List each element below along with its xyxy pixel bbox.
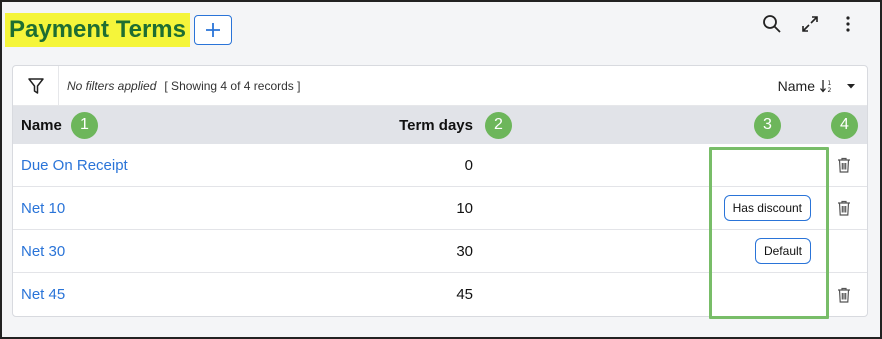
filter-icon <box>27 77 44 94</box>
term-days-value: 30 <box>456 242 473 260</box>
filter-status: No filters applied <box>67 78 157 93</box>
sort-control[interactable]: Name 1 2 <box>778 78 857 94</box>
column-header-name[interactable]: Name <box>21 117 62 134</box>
term-name-link[interactable]: Net 10 <box>21 200 65 217</box>
trash-icon[interactable] <box>835 286 853 304</box>
svg-text:2: 2 <box>828 87 832 94</box>
trash-icon[interactable] <box>835 199 853 217</box>
callout-badge: 1 <box>71 111 98 139</box>
payment-terms-table-card: No filters applied [ Showing 4 of 4 reco… <box>12 65 868 317</box>
page-title: Payment Terms <box>5 13 190 47</box>
term-name-link[interactable]: Due On Receipt <box>21 157 128 174</box>
more-vertical-icon <box>846 16 850 32</box>
column-header-term-days[interactable]: Term days <box>399 117 473 134</box>
more-options-button[interactable] <box>836 12 860 36</box>
has-discount-tag: Has discount <box>723 195 811 221</box>
term-name-link[interactable]: Net 30 <box>21 243 65 260</box>
table-row[interactable]: Net 30 30 Default <box>13 230 867 273</box>
page-header: Payment Terms <box>5 12 232 48</box>
table-row[interactable]: Net 10 10 Has discount <box>13 187 867 230</box>
sort-ascending-icon: 1 2 <box>820 79 832 94</box>
callout-badge: 3 <box>754 111 781 139</box>
callout-badge: 4 <box>831 111 858 139</box>
default-tag: Default <box>754 238 811 264</box>
table-header: Name 1 Term days 2 3 4 <box>13 106 867 144</box>
trash-icon[interactable] <box>835 156 853 174</box>
term-days-value: 10 <box>456 199 473 217</box>
term-name-link[interactable]: Net 45 <box>21 286 65 303</box>
top-actions <box>760 12 860 36</box>
term-days-value: 45 <box>456 286 473 303</box>
search-button[interactable] <box>760 12 784 36</box>
callout-badge: 2 <box>485 111 512 139</box>
expand-icon <box>802 16 818 32</box>
svg-text:1: 1 <box>828 80 832 87</box>
plus-icon <box>205 23 220 37</box>
table-row[interactable]: Net 45 45 <box>13 273 867 316</box>
filter-button[interactable] <box>13 66 59 106</box>
table-toolbar: No filters applied [ Showing 4 of 4 reco… <box>13 66 867 106</box>
term-days-value: 0 <box>464 156 473 174</box>
record-count: [ Showing 4 of 4 records ] <box>164 78 301 93</box>
add-payment-term-button[interactable] <box>193 15 232 45</box>
search-icon <box>763 15 781 33</box>
sort-label: Name <box>777 77 815 94</box>
caret-down-icon[interactable] <box>845 80 857 92</box>
table-row[interactable]: Due On Receipt 0 <box>13 144 867 187</box>
expand-button[interactable] <box>798 12 822 36</box>
